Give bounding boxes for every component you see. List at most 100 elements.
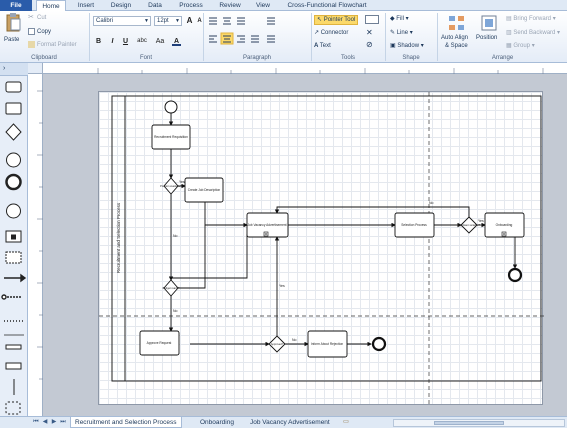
next-page-icon[interactable]: ▶: [50, 418, 58, 427]
page-tab-recruitment[interactable]: Recruitment and Selection Process: [70, 417, 182, 428]
gateway-decision-4-label: Applicant suitable?: [458, 223, 480, 227]
line-button[interactable]: ✎ Line ▾: [390, 29, 413, 37]
stencil-group[interactable]: [5, 401, 21, 415]
stencil-rectangle[interactable]: [5, 81, 22, 93]
stencil-circle[interactable]: [6, 152, 21, 168]
tab-cross-functional-flowchart[interactable]: Cross-Functional Flowchart: [282, 0, 372, 11]
ruler-corner: [28, 63, 43, 74]
horizontal-scrollbar[interactable]: [393, 419, 565, 427]
connector-decision-2-to-advertisement-branch: [170, 234, 248, 282]
bring-forward-button[interactable]: ▤ Bring Forward ▾: [506, 15, 556, 23]
tab-insert[interactable]: Insert: [72, 0, 100, 11]
text-tool-label: Text: [319, 43, 331, 49]
horizontal-ruler[interactable]: [43, 63, 567, 74]
cut-label: Cut: [37, 15, 47, 22]
last-page-icon[interactable]: ⏭: [59, 418, 67, 427]
connector-decision-4-back-to-advertisement: [274, 206, 470, 217]
connector-button[interactable]: ↗ Connector: [314, 29, 348, 37]
swimlane-title: Recruitment and Selection Process: [116, 202, 121, 273]
send-backward-button[interactable]: ▥ Send Backward ▾: [506, 29, 560, 37]
paragraph-controls[interactable]: [207, 15, 287, 49]
line-label: Line: [396, 30, 409, 36]
tab-process[interactable]: Process: [174, 0, 208, 11]
case-button[interactable]: Aa: [154, 37, 166, 46]
position-icon: [481, 15, 497, 31]
vertical-ruler[interactable]: [28, 74, 43, 416]
position-label: Position: [476, 35, 498, 41]
task-recruitment-requisition-label: Recruitment Requisition: [154, 135, 188, 139]
shape-group-label: Shape: [402, 55, 420, 61]
gateway-decision-2-label: Budget ready?: [163, 286, 180, 290]
rectangle-tool-icon[interactable]: [365, 15, 379, 24]
end-event-rejection[interactable]: [371, 336, 387, 352]
shadow-label: Shadow: [397, 43, 420, 49]
page-tab-onboarding[interactable]: Onboarding: [196, 417, 238, 428]
connection-point-icon[interactable]: ✕: [366, 29, 373, 37]
tab-design[interactable]: Design: [106, 0, 136, 11]
auto-align-label-1: Auto Align: [441, 35, 469, 41]
first-page-icon[interactable]: ⏮: [32, 418, 40, 427]
bold-button[interactable]: B: [94, 37, 103, 46]
stencil-start-event[interactable]: [6, 203, 21, 219]
tab-data[interactable]: Data: [143, 0, 167, 11]
prev-page-icon[interactable]: ◀: [41, 418, 49, 427]
chevron-right-icon[interactable]: ›: [3, 65, 5, 72]
drawing-page[interactable]: Recruitment and Selection Process Yes No…: [98, 91, 544, 406]
block-icon[interactable]: ⊘: [366, 41, 373, 49]
start-event[interactable]: [164, 100, 178, 114]
shadow-button[interactable]: ▣ Shadow ▾: [390, 42, 424, 50]
copy-label: Copy: [37, 29, 52, 36]
tab-view[interactable]: View: [252, 0, 274, 11]
fill-button[interactable]: ◆ Fill ▾: [390, 15, 409, 23]
stencil-lane[interactable]: [5, 362, 22, 370]
stencil-process[interactable]: [5, 102, 22, 115]
italic-button[interactable]: I: [108, 37, 117, 46]
format-painter-button[interactable]: Format Painter: [28, 41, 77, 49]
group-button[interactable]: ▦ Group ▾: [506, 42, 535, 50]
edge-label-yes-1: Yes: [179, 180, 185, 184]
pointer-tool-button[interactable]: ↖ Pointer Tool: [314, 15, 359, 25]
font-size-select[interactable]: 12pt ▼: [154, 16, 182, 26]
position-button[interactable]: Position: [475, 13, 503, 53]
underline-button[interactable]: U: [121, 37, 130, 46]
pointer-tool-label: Pointer Tool: [323, 17, 356, 23]
ribbon-tab-bar: File Home Insert Design Data Process Rev…: [0, 0, 567, 12]
strikethrough-button[interactable]: abc: [135, 37, 149, 46]
pencil-icon: ✎: [390, 30, 397, 36]
font-color-button[interactable]: A: [172, 37, 181, 46]
stencil-diamond[interactable]: [5, 123, 22, 141]
ribbon: Paste ✂ Cut Copy Format Painter Clipboard…: [0, 11, 567, 63]
gateway-decision-3-label: Approved?: [271, 342, 284, 346]
tab-review[interactable]: Review: [215, 0, 245, 11]
paste-button[interactable]: Paste: [3, 13, 23, 51]
cursor-icon: ↖: [317, 17, 324, 23]
group-label: Group: [513, 43, 531, 49]
cut-button[interactable]: ✂ Cut: [28, 14, 46, 22]
connector-icon: ↗: [314, 30, 321, 36]
stencil-sequence-arrowhead: [20, 273, 27, 283]
vertical-ruler-ticks: [37, 90, 43, 380]
font-family-select[interactable]: Calibri ▼: [93, 16, 151, 26]
copy-icon: [28, 28, 35, 35]
tab-file[interactable]: File: [0, 0, 32, 11]
stencil-end-event[interactable]: [5, 173, 22, 191]
stencil-text-annotation[interactable]: [5, 251, 22, 264]
text-tool-button[interactable]: A Text: [314, 42, 331, 50]
drawing-canvas[interactable]: Recruitment and Selection Process Yes No…: [43, 74, 567, 416]
auto-align-space-button[interactable]: Auto Align & Space: [440, 13, 474, 53]
task-onboarding-label: Onboarding: [496, 223, 513, 227]
brush-icon: [28, 41, 35, 48]
flowchart: Recruitment and Selection Process Yes No…: [99, 92, 544, 406]
paste-label: Paste: [4, 37, 20, 43]
grow-font-button[interactable]: A: [185, 16, 194, 25]
scrollbar-thumb[interactable]: [434, 421, 504, 425]
task-create-job-description-label: Create Job Description: [188, 188, 221, 192]
page-tab-bar: ⏮ ◀ ▶ ⏭ Recruitment and Selection Proces…: [0, 416, 567, 428]
chevron-down-icon: ▼: [144, 18, 149, 24]
insert-page-icon[interactable]: ▭: [342, 418, 350, 427]
connector-label: Connector: [320, 30, 349, 36]
copy-button[interactable]: Copy: [28, 28, 51, 36]
end-event-onboarding[interactable]: [507, 267, 523, 283]
stencil-pool[interactable]: [5, 344, 22, 350]
page-tab-job-vacancy[interactable]: Job Vacancy Advertisement: [246, 417, 334, 428]
